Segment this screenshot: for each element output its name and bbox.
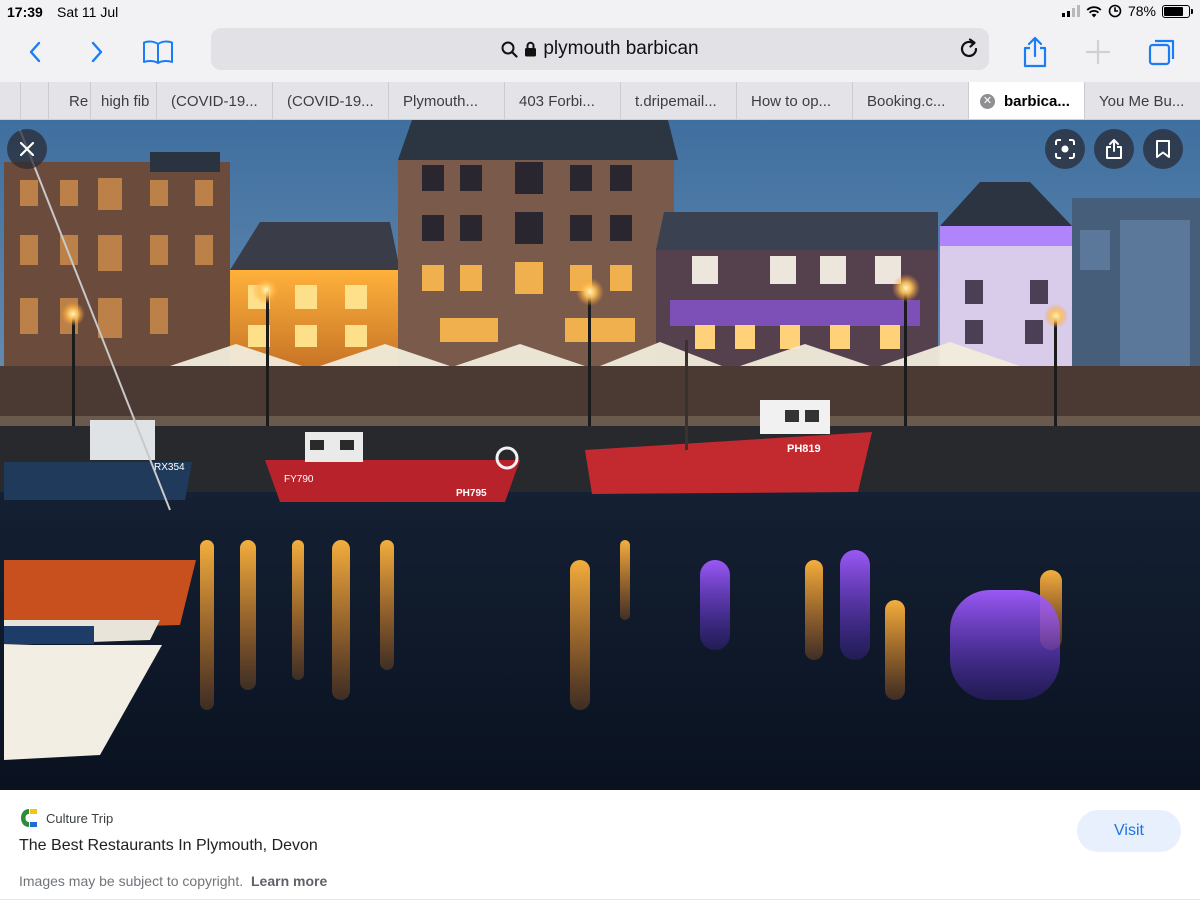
- tab-label: (COVID-19...: [287, 92, 374, 110]
- tab-label: Plymouth...: [403, 92, 479, 110]
- tab-item[interactable]: t.dripemail...: [620, 82, 736, 119]
- address-bar[interactable]: plymouth barbican: [211, 28, 989, 70]
- close-image-button[interactable]: [7, 129, 47, 169]
- save-image-button[interactable]: [1143, 129, 1183, 169]
- wifi-icon: [1086, 5, 1102, 17]
- location-icon: [1108, 4, 1122, 18]
- browser-toolbar: plymouth barbican: [0, 24, 1200, 82]
- bookmark-icon: [1156, 140, 1170, 158]
- tab-item[interactable]: Re: [48, 82, 90, 119]
- lock-icon: [525, 41, 537, 57]
- lens-icon: [1055, 139, 1075, 159]
- boat-number-label: PH795: [456, 488, 487, 499]
- source-row[interactable]: Culture Trip: [20, 808, 113, 828]
- tab-label: Booking.c...: [867, 92, 946, 110]
- status-indicators: 78%: [1061, 3, 1193, 19]
- tab-label: high fib: [101, 92, 150, 110]
- tab-close-icon[interactable]: ✕: [980, 93, 995, 109]
- battery-icon: [1162, 4, 1193, 18]
- tab-item[interactable]: Plymouth...: [388, 82, 504, 119]
- tab-item[interactable]: Booking.c...: [852, 82, 968, 119]
- copyright-text: Images may be subject to copyright.: [19, 873, 244, 889]
- status-date: Sat 11 Jul: [57, 4, 119, 20]
- tab-label: Re: [69, 92, 89, 110]
- tab-item[interactable]: (COVID-19...: [156, 82, 272, 119]
- image-result-panel: Culture Trip The Best Restaurants In Ply…: [0, 790, 1200, 900]
- boat-number-label: RX354: [154, 462, 185, 473]
- share-button[interactable]: [1015, 32, 1055, 72]
- back-button[interactable]: [15, 32, 55, 72]
- cellular-signal-icon: [1061, 5, 1080, 17]
- learn-more-link[interactable]: Learn more: [251, 873, 327, 889]
- search-icon: [501, 41, 518, 58]
- status-time: 17:39: [7, 4, 43, 20]
- reload-icon[interactable]: [957, 37, 981, 61]
- forward-button[interactable]: [77, 32, 117, 72]
- share-icon: [1023, 36, 1047, 68]
- tab-label: (COVID-19...: [171, 92, 258, 110]
- lens-button[interactable]: [1045, 129, 1085, 169]
- tab-item[interactable]: 403 Forbi...: [504, 82, 620, 119]
- tab-label: 403 Forbi...: [519, 92, 595, 110]
- chevron-left-icon: [29, 41, 41, 63]
- image-viewer: RX354 FY790 PH795 PH819: [0, 120, 1200, 790]
- share-icon: [1106, 139, 1122, 159]
- tab-overview-button[interactable]: [1142, 32, 1182, 72]
- tabs-icon: [1148, 39, 1175, 66]
- copyright-notice: Images may be subject to copyright. Lear…: [19, 873, 327, 889]
- tab-label: You Me Bu...: [1099, 92, 1185, 110]
- status-bar: 17:39 Sat 11 Jul 78%: [0, 0, 1200, 24]
- tab-label: barbica...: [1004, 92, 1070, 110]
- tab-item[interactable]: You Me Bu...: [1084, 82, 1200, 119]
- close-icon: [19, 141, 35, 157]
- plus-icon: [1085, 39, 1111, 65]
- visit-button[interactable]: Visit: [1077, 810, 1181, 852]
- address-text: plymouth barbican: [543, 38, 699, 59]
- tab-item[interactable]: high fib: [90, 82, 156, 119]
- new-tab-button[interactable]: [1078, 32, 1118, 72]
- boat-number-label: FY790: [284, 474, 314, 485]
- tab-bar: Re high fib (COVID-19... (COVID-19... Pl…: [0, 82, 1200, 120]
- tab-fragment[interactable]: [20, 82, 48, 119]
- book-icon: [143, 40, 173, 64]
- tab-item-active[interactable]: ✕ barbica...: [968, 82, 1084, 119]
- boat-labels: RX354 FY790 PH795 PH819: [154, 443, 821, 499]
- share-image-button[interactable]: [1094, 129, 1134, 169]
- culture-trip-logo-icon: [21, 809, 37, 827]
- chevron-right-icon: [91, 41, 103, 63]
- tab-item[interactable]: How to op...: [736, 82, 852, 119]
- tab-item[interactable]: (COVID-19...: [272, 82, 388, 119]
- battery-percentage: 78%: [1127, 3, 1156, 19]
- tab-label: t.dripemail...: [635, 92, 717, 110]
- boat-number-label: PH819: [787, 443, 821, 455]
- bookmarks-button[interactable]: [138, 32, 178, 72]
- source-name: Culture Trip: [46, 810, 114, 826]
- tab-label: How to op...: [751, 92, 832, 110]
- result-title[interactable]: The Best Restaurants In Plymouth, Devon: [19, 837, 318, 855]
